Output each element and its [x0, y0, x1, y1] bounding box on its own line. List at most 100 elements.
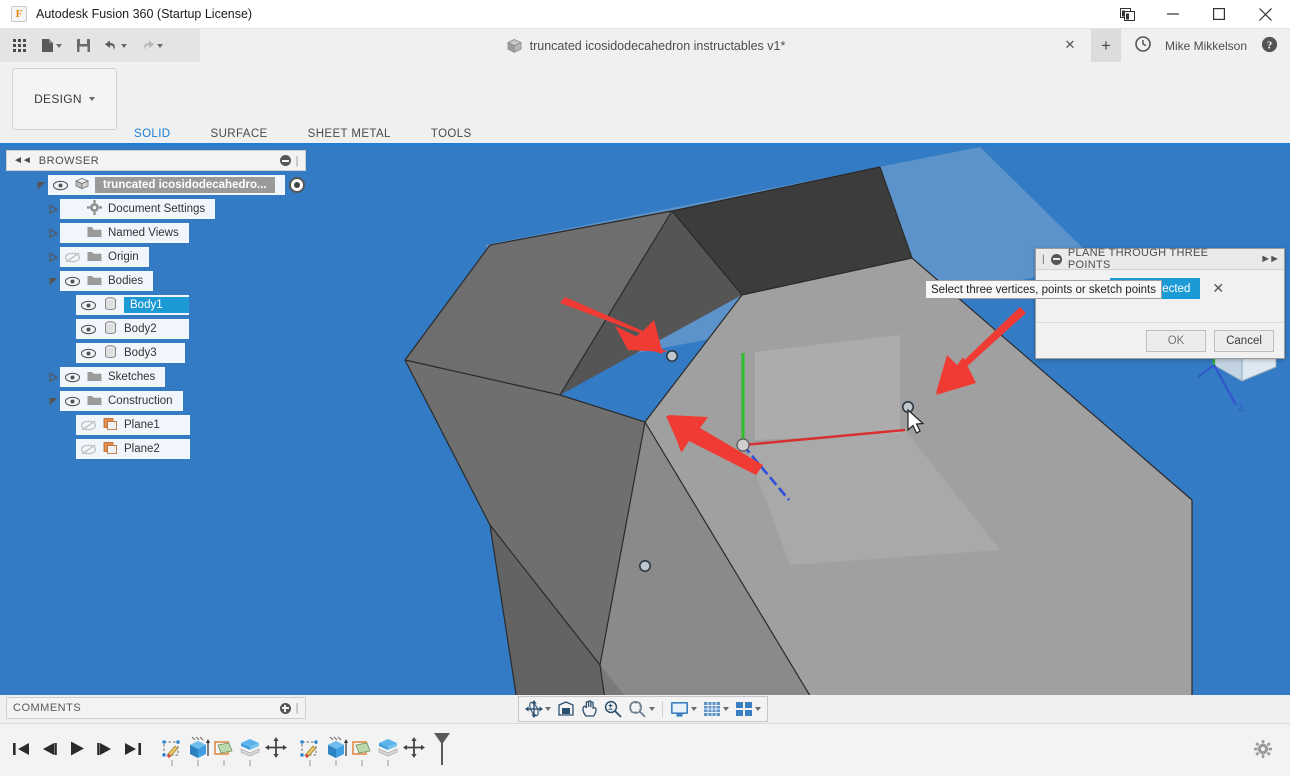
- sketch-feature[interactable]: [298, 736, 322, 770]
- plane-feature[interactable]: [350, 736, 374, 770]
- tree-item-bodies[interactable]: Bodies: [6, 271, 306, 291]
- look-at-icon[interactable]: [555, 697, 577, 721]
- twisty-expanded-icon[interactable]: [46, 391, 60, 411]
- visibility-off-icon[interactable]: [80, 418, 97, 432]
- tree-item-root[interactable]: truncated icosidodecahedro...: [6, 175, 306, 195]
- step-back-button[interactable]: [40, 741, 58, 760]
- tree-item-origin[interactable]: Origin: [6, 247, 306, 267]
- move-feature[interactable]: [264, 736, 288, 770]
- twisty-collapsed-icon[interactable]: [46, 223, 60, 243]
- help-icon[interactable]: ?: [1261, 36, 1278, 56]
- move-feature[interactable]: [402, 736, 426, 770]
- twisty-collapsed-icon[interactable]: [46, 199, 60, 219]
- save-icon[interactable]: [70, 33, 96, 59]
- dock-icon[interactable]: [1104, 0, 1150, 29]
- tree-item-plane1[interactable]: Plane1: [6, 415, 306, 435]
- viewports-icon[interactable]: [733, 697, 763, 721]
- document-tab[interactable]: truncated icosidodecahedron instructable…: [200, 29, 1091, 62]
- redo-icon[interactable]: [134, 33, 168, 59]
- tree-item-document-settings[interactable]: Document Settings: [6, 199, 306, 219]
- twisty-expanded-icon[interactable]: [34, 175, 48, 195]
- twisty-collapsed-icon[interactable]: [46, 367, 60, 387]
- browser-minimize-icon[interactable]: [280, 155, 291, 166]
- display-settings-icon[interactable]: [668, 697, 699, 721]
- tree-item-body1[interactable]: Body1: [6, 295, 306, 315]
- new-tab-button[interactable]: +: [1091, 29, 1121, 62]
- tab-sheet-metal[interactable]: SHEET METAL: [302, 128, 397, 146]
- origin-point: [737, 439, 749, 451]
- step-forward-button[interactable]: [96, 741, 114, 760]
- app-grid-icon[interactable]: [6, 33, 32, 59]
- close-tab-icon[interactable]: ✕: [1063, 38, 1077, 52]
- chevron-down-icon[interactable]: [755, 707, 761, 711]
- plane-icon: [103, 417, 118, 434]
- visibility-off-icon[interactable]: [80, 442, 97, 456]
- pan-icon[interactable]: [579, 697, 600, 721]
- tree-item-label: Plane2: [124, 443, 180, 455]
- user-name[interactable]: Mike Mikkelson: [1165, 39, 1247, 53]
- sketch-feature[interactable]: [160, 736, 184, 770]
- split-body-feature[interactable]: [238, 736, 262, 770]
- comments-grip[interactable]: |: [296, 702, 299, 714]
- tree-item-named-views[interactable]: Named Views: [6, 223, 306, 243]
- play-button[interactable]: [68, 740, 86, 760]
- clock-icon[interactable]: [1135, 36, 1151, 55]
- expand-dialog-icon[interactable]: ►►: [1260, 253, 1278, 265]
- add-comment-icon[interactable]: [280, 703, 291, 714]
- activate-component-radio[interactable]: [289, 177, 305, 193]
- grid-snaps-icon[interactable]: [701, 697, 731, 721]
- close-button[interactable]: [1242, 0, 1288, 29]
- settings-gear-icon[interactable]: [1254, 740, 1272, 761]
- extrude-feature[interactable]: [186, 736, 210, 770]
- extrude-feature[interactable]: [324, 736, 348, 770]
- tree-item-plane2[interactable]: Plane2: [6, 439, 306, 459]
- tree-item-sketches[interactable]: Sketches: [6, 367, 306, 387]
- orbit-icon[interactable]: [523, 697, 553, 721]
- zoom-icon[interactable]: [602, 697, 624, 721]
- dialog-title: PLANE THROUGH THREE POINTS: [1068, 247, 1254, 271]
- visibility-icon[interactable]: [80, 346, 97, 360]
- minimize-button[interactable]: [1150, 0, 1196, 29]
- cancel-button[interactable]: Cancel: [1214, 330, 1274, 352]
- spacer-icon: [64, 226, 81, 240]
- visibility-icon[interactable]: [80, 322, 97, 336]
- chevron-down-icon[interactable]: [649, 707, 655, 711]
- timeline-marker[interactable]: [432, 731, 452, 770]
- chevron-down-icon[interactable]: [691, 707, 697, 711]
- visibility-icon[interactable]: [64, 394, 81, 408]
- plane-feature[interactable]: [212, 736, 236, 770]
- collapse-left-icon[interactable]: ◄◄: [13, 155, 31, 166]
- split-body-feature[interactable]: [376, 736, 400, 770]
- minimize-dialog-icon[interactable]: [1051, 254, 1062, 265]
- clear-selection-icon[interactable]: ✕: [1212, 280, 1224, 297]
- undo-icon[interactable]: [98, 33, 132, 59]
- visibility-icon[interactable]: [64, 370, 81, 384]
- visibility-off-icon[interactable]: [64, 250, 81, 264]
- tab-surface[interactable]: SURFACE: [205, 128, 274, 146]
- workspace-switcher[interactable]: DESIGN: [12, 68, 117, 130]
- tree-item-body3[interactable]: Body3: [6, 343, 306, 363]
- tab-tools[interactable]: TOOLS: [425, 128, 478, 146]
- visibility-icon[interactable]: [64, 274, 81, 288]
- dialog-footer: OK Cancel: [1036, 322, 1284, 358]
- comments-panel[interactable]: COMMENTS |: [6, 697, 306, 719]
- dialog-title-bar[interactable]: | PLANE THROUGH THREE POINTS ►►: [1036, 249, 1284, 270]
- maximize-button[interactable]: [1196, 0, 1242, 29]
- twisty-expanded-icon[interactable]: [46, 271, 60, 291]
- go-to-beginning-button[interactable]: [12, 741, 30, 760]
- go-to-end-button[interactable]: [124, 741, 142, 760]
- tab-solid[interactable]: SOLID: [128, 128, 177, 146]
- ok-button[interactable]: OK: [1146, 330, 1206, 352]
- fit-icon[interactable]: [626, 697, 657, 721]
- dialog-grip-icon[interactable]: |: [1042, 254, 1045, 265]
- tree-item-body2[interactable]: Body2: [6, 319, 306, 339]
- browser-grip[interactable]: |: [296, 155, 299, 167]
- twisty-collapsed-icon[interactable]: [46, 247, 60, 267]
- visibility-icon[interactable]: [52, 178, 69, 192]
- new-file-icon[interactable]: [34, 33, 68, 59]
- chevron-down-icon[interactable]: [723, 707, 729, 711]
- visibility-icon[interactable]: [80, 298, 97, 312]
- plane-through-three-points-dialog[interactable]: | PLANE THROUGH THREE POINTS ►► Vertices…: [1035, 248, 1285, 359]
- chevron-down-icon[interactable]: [545, 707, 551, 711]
- tree-item-construction[interactable]: Construction: [6, 391, 306, 411]
